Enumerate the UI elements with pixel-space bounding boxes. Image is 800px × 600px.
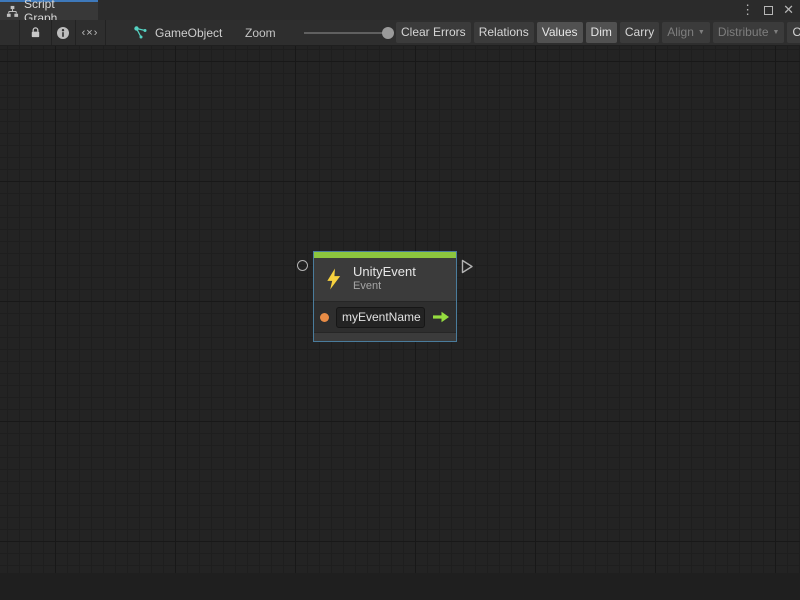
- gameobject-graph-icon: [133, 25, 148, 40]
- graph-target[interactable]: GameObject: [133, 20, 222, 45]
- toolbar: ‹×› GameObject Zoom 1x Clear Errors Rela…: [0, 20, 800, 46]
- code-icon: ‹×›: [82, 27, 99, 39]
- unity-event-node[interactable]: UnityEvent Event myEventName: [313, 251, 457, 342]
- lock-icon: [29, 26, 42, 39]
- node-subtitle: Event: [353, 280, 416, 293]
- dim-button[interactable]: Dim: [586, 22, 617, 43]
- graph-canvas[interactable]: UnityEvent Event myEventName: [0, 46, 800, 600]
- align-dropdown[interactable]: Align ▼: [662, 22, 710, 43]
- node-footer: [314, 332, 456, 341]
- tab-script-graph[interactable]: Script Graph: [0, 0, 98, 20]
- flow-output-arrow-icon[interactable]: [432, 311, 450, 323]
- window-menu-icon[interactable]: ⋮: [741, 0, 754, 20]
- titlebar: Script Graph ⋮ ✕: [0, 0, 800, 20]
- info-icon: [56, 26, 70, 40]
- graph-target-label: GameObject: [155, 26, 222, 40]
- close-icon[interactable]: ✕: [783, 0, 794, 20]
- trigger-output-port[interactable]: [461, 259, 474, 274]
- canvas-edge: [0, 573, 800, 600]
- carry-button[interactable]: Carry: [620, 22, 659, 43]
- lock-button[interactable]: [19, 20, 51, 45]
- overview-button[interactable]: Overview: [787, 22, 800, 43]
- chevron-down-icon: ▼: [698, 22, 705, 43]
- node-header[interactable]: UnityEvent Event: [314, 258, 456, 301]
- graph-hierarchy-icon: [6, 5, 19, 18]
- values-button[interactable]: Values: [537, 22, 583, 43]
- distribute-dropdown[interactable]: Distribute ▼: [713, 22, 785, 43]
- event-name-input-port[interactable]: [320, 313, 329, 322]
- toolbar-separator: [105, 20, 106, 45]
- maximize-icon[interactable]: [764, 6, 773, 15]
- relations-button[interactable]: Relations: [474, 22, 534, 43]
- node-port-row: myEventName: [314, 301, 456, 332]
- zoom-slider-knob[interactable]: [382, 27, 394, 39]
- zoom-control: Zoom 1x: [245, 20, 410, 45]
- trigger-input-port[interactable]: [297, 260, 308, 271]
- chevron-down-icon: ▼: [773, 22, 780, 43]
- lightning-bolt-icon: [324, 267, 343, 291]
- node-title: UnityEvent: [353, 264, 416, 280]
- code-view-button[interactable]: ‹×›: [75, 20, 105, 45]
- zoom-slider[interactable]: [304, 32, 388, 34]
- toolbar-buttons: Clear Errors Relations Values Dim Carry …: [396, 22, 800, 44]
- event-name-field[interactable]: myEventName: [336, 307, 425, 328]
- inspect-button[interactable]: [51, 20, 75, 45]
- clear-errors-button[interactable]: Clear Errors: [396, 22, 471, 43]
- zoom-label: Zoom: [245, 26, 276, 40]
